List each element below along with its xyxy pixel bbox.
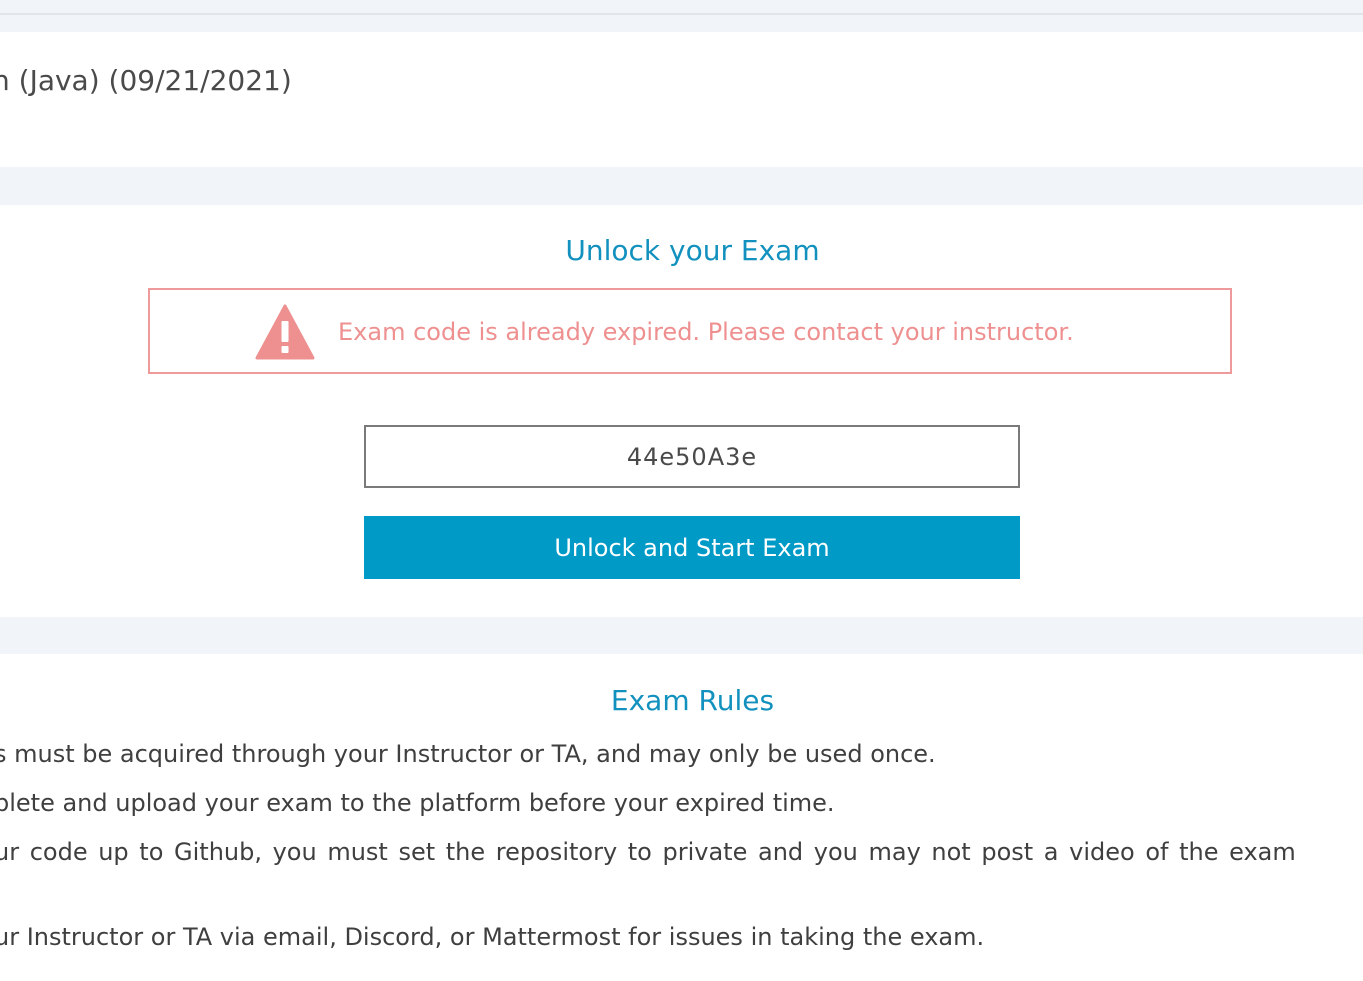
- top-divider: [0, 13, 1363, 15]
- error-alert: Exam code is already expired. Please con…: [148, 288, 1232, 374]
- section-divider-band: [0, 167, 1363, 205]
- rule-item: plete and upload your exam to the platfo…: [0, 789, 835, 817]
- alert-message: Exam code is already expired. Please con…: [338, 318, 1074, 346]
- rule-item: s must be acquired through your Instruct…: [0, 740, 936, 768]
- warning-triangle-icon: [255, 304, 315, 360]
- exam-unlock-page: n (Java) (09/21/2021) Unlock your Exam E…: [0, 0, 1363, 981]
- rule-item: ur Instructor or TA via email, Discord, …: [0, 923, 985, 951]
- exam-code-input[interactable]: [364, 425, 1020, 488]
- unlock-start-exam-button[interactable]: Unlock and Start Exam: [364, 516, 1020, 579]
- exam-rules-heading: Exam Rules: [610, 684, 775, 717]
- rule-item: ur code up to Github, you must set the r…: [0, 838, 1296, 866]
- section-divider-band-2: [0, 617, 1363, 654]
- top-band: [0, 0, 1363, 32]
- exam-title: n (Java) (09/21/2021): [0, 64, 292, 97]
- unlock-heading: Unlock your Exam: [565, 234, 820, 267]
